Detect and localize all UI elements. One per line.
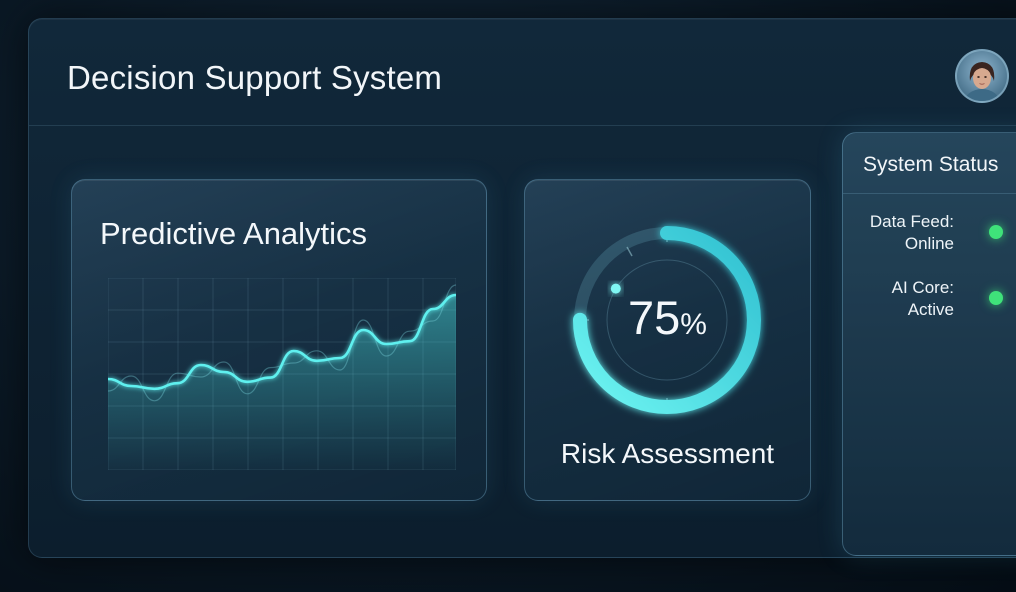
risk-unit: % [680,308,707,341]
risk-value: 75 [628,291,681,344]
status-label-data-feed: Data Feed: Online [870,211,954,255]
trend-area [108,295,456,470]
status-label-ai-core: AI Core: Active [892,277,954,321]
status-header: System Status [843,133,1016,194]
status-label-line1: Data Feed: [869,212,954,231]
risk-assessment-card[interactable]: 75% Risk Assessment [524,179,811,501]
risk-value-display: 75% [525,290,810,345]
app-header: Decision Support System [29,19,1016,126]
status-indicator-icon [989,225,1003,239]
risk-label: Risk Assessment [560,438,775,469]
app-title: Decision Support System [67,59,443,96]
status-indicator-icon [989,291,1003,305]
user-avatar-icon[interactable] [955,49,1009,103]
trend-chart [108,278,456,470]
status-label-line1: AI Core: [891,278,954,297]
system-status-panel: System Status Data Feed: Online AI Core:… [842,132,1016,556]
analytics-title: Predictive Analytics [100,216,368,251]
status-label-line2: Online [904,234,954,253]
status-title: System Status [863,153,999,176]
predictive-analytics-card[interactable]: Predictive Analytics [71,179,487,501]
dashboard-screen: Decision Support System Predictive Analy… [0,0,1016,592]
status-label-line2: Active [907,300,954,319]
